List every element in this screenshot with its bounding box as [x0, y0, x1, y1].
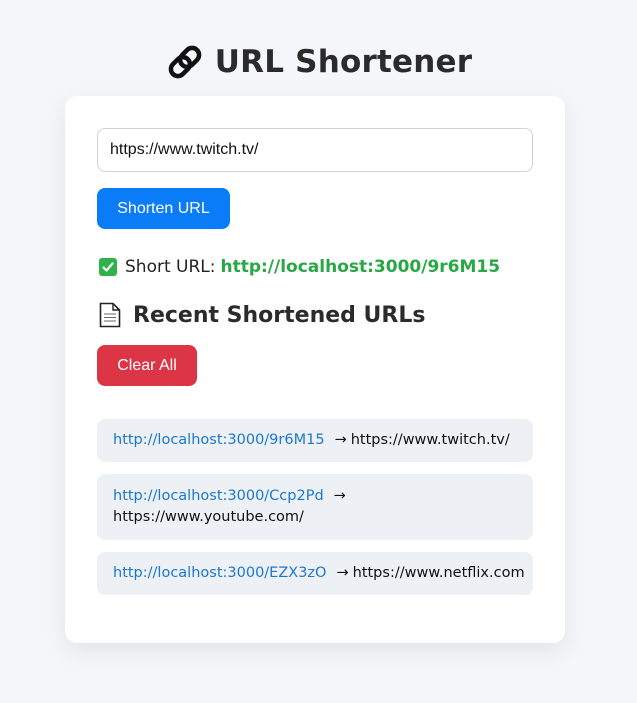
arrow-icon: →: [333, 488, 346, 504]
arrow-icon: →: [334, 432, 347, 448]
original-url: https://www.youtube.com/: [113, 509, 304, 525]
list-item: http://localhost:3000/EZX3zO → https://www…: [97, 552, 533, 595]
recent-title: Recent Shortened URLs: [133, 302, 426, 328]
short-url-link[interactable]: http://localhost:3000/Ccp2Pd: [113, 488, 324, 504]
arrow-icon: →: [336, 565, 349, 581]
short-url-label: Short URL:: [125, 257, 216, 277]
page-header: URL Shortener: [0, 40, 637, 84]
clear-all-button[interactable]: Clear All: [97, 345, 197, 386]
short-url-result: Short URL: http://localhost:3000/9r6M15: [99, 256, 500, 278]
list-item: http://localhost:3000/9r6M15 → https://www…: [97, 419, 533, 462]
check-icon: [99, 258, 117, 276]
shortener-card: Shorten URL Short URL: http://localhost:…: [65, 96, 565, 643]
link-icon: [168, 45, 202, 79]
short-url-link[interactable]: http://localhost:3000/9r6M15: [220, 257, 500, 277]
original-url: https://www.twitch.tv/: [350, 432, 510, 448]
recent-list: http://localhost:3000/9r6M15 → https://www…: [97, 419, 533, 607]
url-input[interactable]: [97, 128, 533, 172]
list-item: http://localhost:3000/Ccp2Pd → https://www…: [97, 474, 533, 540]
page-title: URL Shortener: [214, 44, 473, 80]
recent-section-header: Recent Shortened URLs: [99, 301, 425, 329]
short-url-link[interactable]: http://localhost:3000/EZX3zO: [113, 565, 326, 581]
document-icon: [99, 302, 121, 328]
shorten-url-button[interactable]: Shorten URL: [97, 188, 230, 229]
short-url-link[interactable]: http://localhost:3000/9r6M15: [113, 432, 325, 448]
original-url: https://www.netflix.com: [352, 565, 525, 581]
